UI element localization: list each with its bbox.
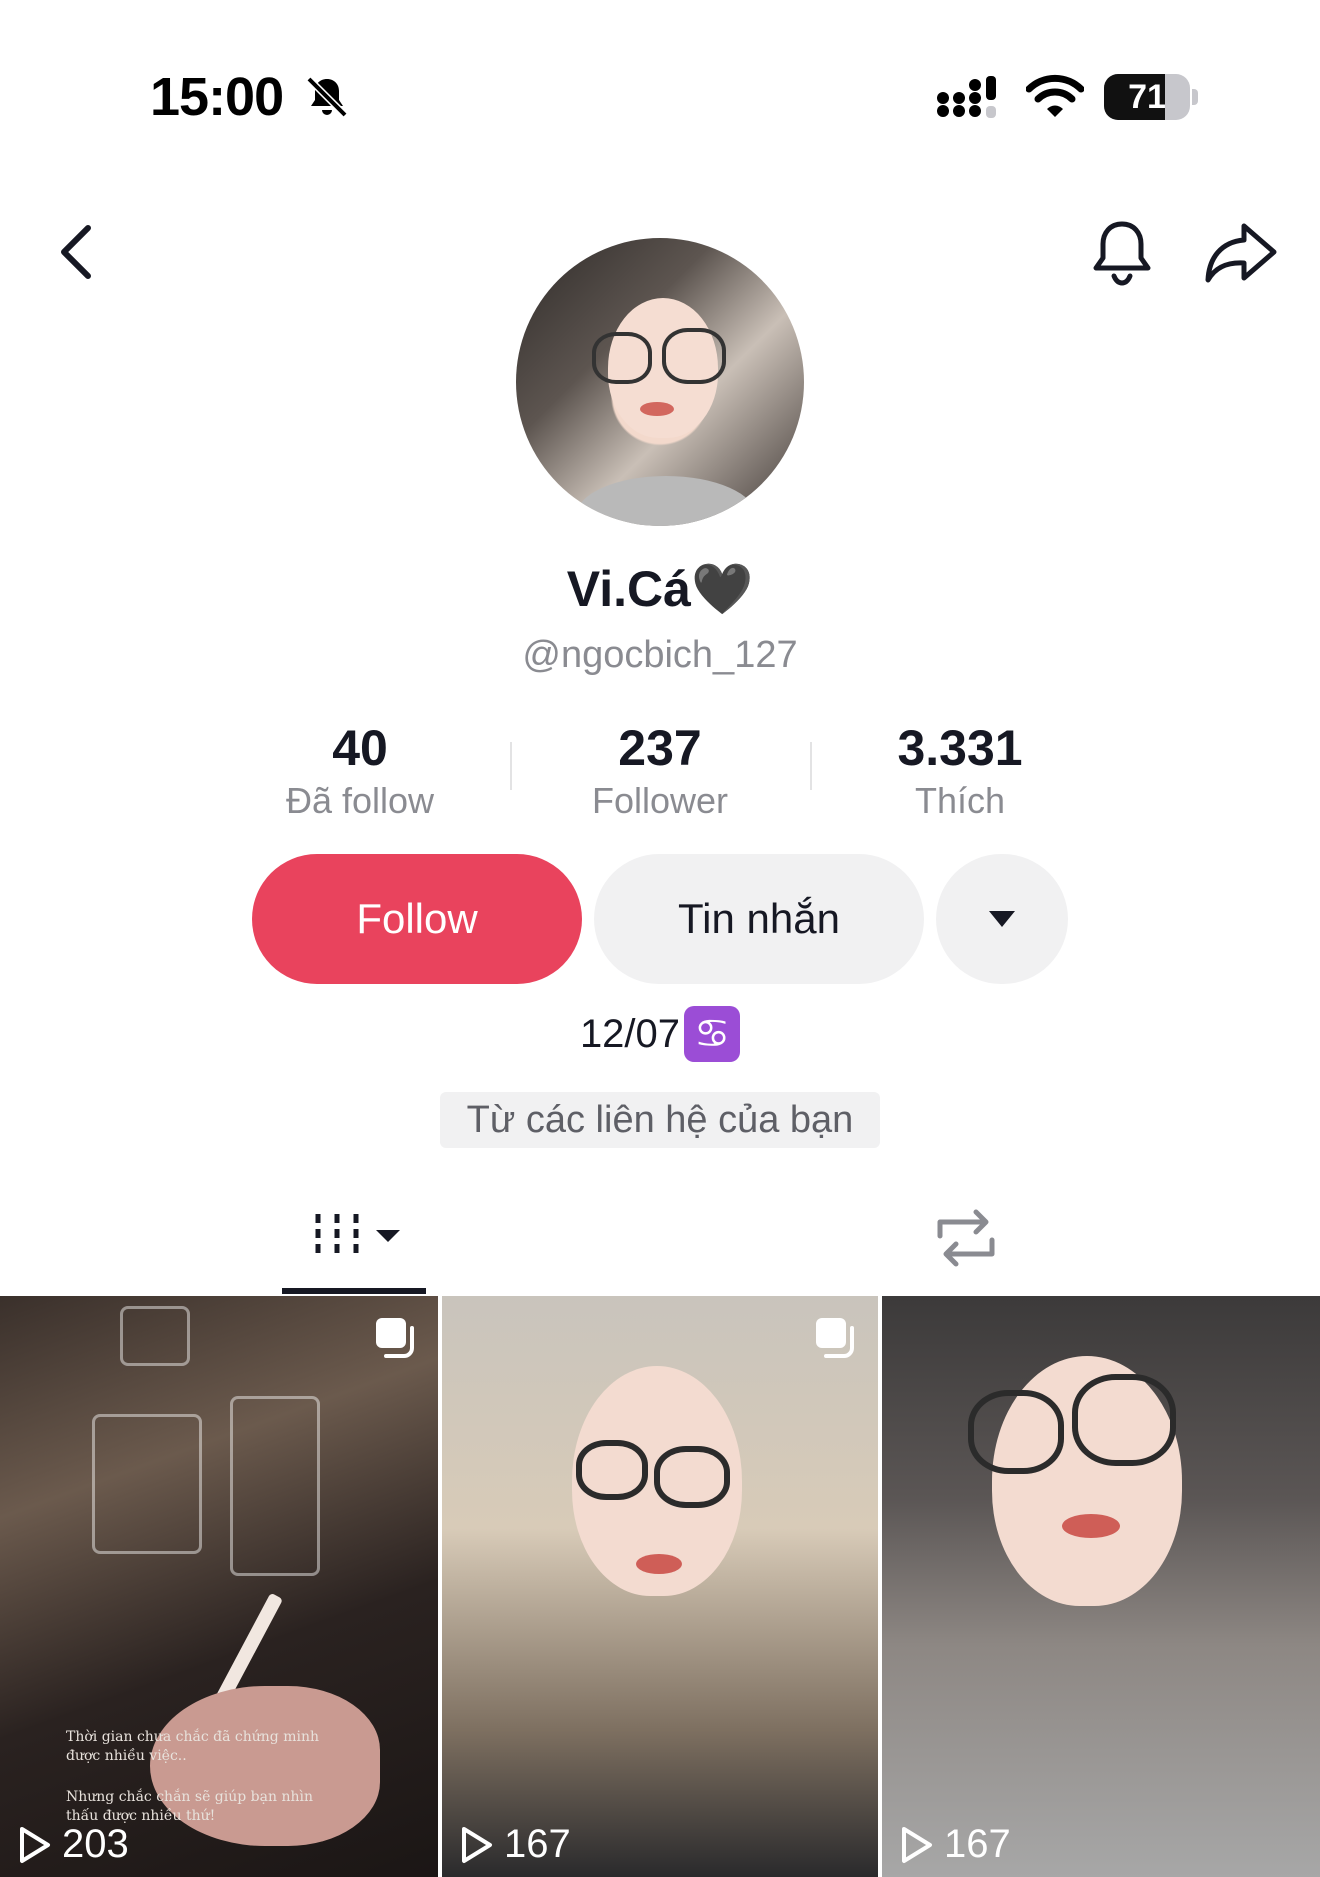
follow-button[interactable]: Follow xyxy=(252,854,582,984)
stat-followers-count: 237 xyxy=(618,720,702,776)
bio-date: 12/07 xyxy=(579,1011,681,1056)
back-icon[interactable] xyxy=(54,222,100,282)
bio: 12/07 ♋ xyxy=(0,1006,1320,1062)
share-icon[interactable] xyxy=(1204,220,1278,284)
more-options-button[interactable] xyxy=(936,854,1068,984)
tab-active-indicator xyxy=(282,1288,426,1294)
video-thumbnail[interactable]: 167 xyxy=(442,1296,878,1877)
username: @ngocbich_127 xyxy=(522,634,798,676)
view-count: 167 xyxy=(900,1822,1011,1867)
message-button[interactable]: Tin nhắn xyxy=(594,854,924,984)
stat-followers-label: Follower xyxy=(591,780,729,821)
signal-icon xyxy=(937,76,996,118)
video-thumbnail[interactable]: 167 xyxy=(882,1296,1320,1877)
tab-videos[interactable] xyxy=(282,1200,426,1292)
view-count: 167 xyxy=(460,1822,571,1867)
video-thumbnail[interactable]: Thời gian chưa chắc đã chứng minh được n… xyxy=(0,1296,438,1877)
bell-off-icon xyxy=(306,76,348,118)
video-grid: Thời gian chưa chắc đã chứng minh được n… xyxy=(0,1296,1320,1877)
multi-photo-icon xyxy=(816,1318,854,1358)
video-grid-icon xyxy=(315,1214,359,1256)
avatar[interactable] xyxy=(516,238,804,526)
multi-photo-icon xyxy=(376,1318,414,1358)
stat-likes-count: 3.331 xyxy=(897,720,1023,776)
stat-following[interactable]: 40 Đã follow xyxy=(230,718,490,824)
cancer-zodiac-icon: ♋ xyxy=(684,1006,741,1062)
play-icon xyxy=(902,1826,932,1863)
play-icon xyxy=(462,1826,492,1863)
stat-divider xyxy=(810,742,812,790)
stat-following-count: 40 xyxy=(332,720,388,776)
chevron-down-icon xyxy=(989,911,1015,927)
stat-likes[interactable]: 3.331 Thích xyxy=(830,718,1090,824)
stat-following-label: Đã follow xyxy=(285,780,435,821)
status-time: 15:00 xyxy=(150,67,284,127)
contact-note-badge: Từ các liên hệ của bạn xyxy=(440,1092,880,1148)
notification-bell-icon[interactable] xyxy=(1090,218,1154,288)
chevron-down-icon xyxy=(376,1230,400,1242)
battery-level: 71 xyxy=(1128,78,1166,116)
play-icon xyxy=(20,1826,50,1863)
stat-followers[interactable]: 237 Follower xyxy=(530,718,790,824)
view-count: 203 xyxy=(18,1822,129,1867)
battery-icon: 71 xyxy=(1104,74,1198,120)
display-name: Vi.Cá🖤 xyxy=(566,561,754,617)
wifi-icon xyxy=(1026,74,1084,117)
stat-divider xyxy=(510,742,512,790)
stat-likes-label: Thích xyxy=(914,780,1006,821)
repost-icon[interactable] xyxy=(930,1206,1002,1270)
